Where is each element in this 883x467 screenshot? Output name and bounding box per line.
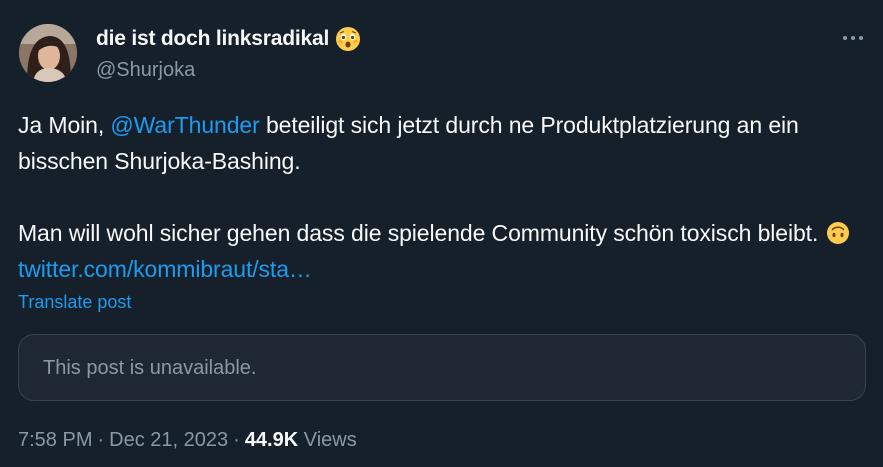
avatar-image <box>19 24 77 82</box>
views-count: 44.9K <box>244 429 299 451</box>
quoted-post-card[interactable]: This post is unavailable. <box>18 334 866 401</box>
views-label: Views <box>303 429 357 451</box>
post-date[interactable]: Dec 21, 2023 <box>109 429 228 451</box>
author-name-row[interactable]: die ist doch linksradikal <box>96 26 361 52</box>
upside-down-face-icon <box>826 219 850 244</box>
display-name[interactable]: die ist doch linksradikal <box>96 27 329 51</box>
post-card: die ist doch linksradikal @Shurjoka Ja M… <box>0 0 883 467</box>
post-text-segment: Man will wohl sicher gehen dass die spie… <box>18 220 819 246</box>
post-time[interactable]: 7:58 PM <box>18 429 92 451</box>
mention-link[interactable]: @WarThunder <box>110 112 259 138</box>
post-meta: 7:58 PM · Dec 21, 2023 · 44.9K Views <box>18 429 357 452</box>
post-text: Ja Moin, @WarThunder beteiligt sich jetz… <box>18 107 876 287</box>
author-handle[interactable]: @Shurjoka <box>96 59 195 82</box>
translate-post-button[interactable]: Translate post <box>18 292 131 313</box>
meta-separator: · <box>97 429 105 451</box>
avatar[interactable] <box>19 24 77 82</box>
external-link[interactable]: twitter.com/kommibraut/sta… <box>18 256 312 282</box>
post-paragraph-2: Man will wohl sicher gehen dass die spie… <box>18 215 876 287</box>
unavailable-message: This post is unavailable. <box>43 357 257 379</box>
astonished-face-icon <box>335 26 361 52</box>
more-options-icon[interactable] <box>838 26 868 50</box>
post-paragraph-1: Ja Moin, @WarThunder beteiligt sich jetz… <box>18 107 876 179</box>
post-text-segment: Ja Moin, <box>18 112 111 138</box>
meta-separator: · <box>233 429 240 451</box>
